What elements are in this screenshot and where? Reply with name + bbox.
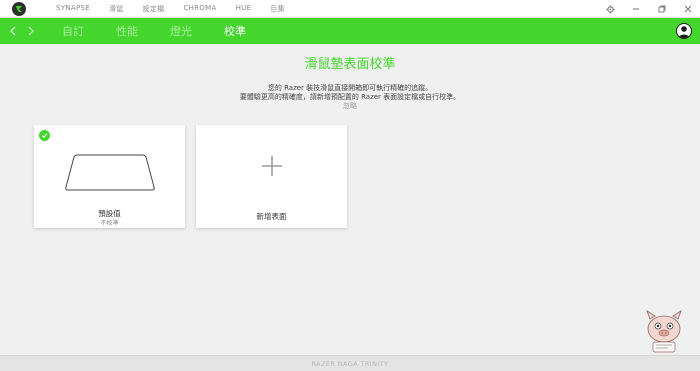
add-surface-card[interactable]: 新增表面 <box>196 125 347 228</box>
tab-bar: 自訂 性能 燈光 校準 <box>0 18 700 44</box>
top-nav: SYNAPSE 滑鼠 設定檔 CHROMA HUE 巨集 <box>56 4 304 14</box>
razer-logo-icon[interactable] <box>8 0 30 18</box>
mousepad-icon <box>65 154 155 191</box>
tabs: 自訂 性能 燈光 校準 <box>62 23 278 39</box>
tab-calibration[interactable]: 校準 <box>224 23 246 39</box>
window-controls <box>590 3 694 15</box>
default-surface-card[interactable]: 預設值 不校準 <box>34 125 185 228</box>
add-surface-label: 新增表面 <box>256 212 287 221</box>
page-title: 滑鼠墊表面校準 <box>304 57 396 72</box>
tab-customize[interactable]: 自訂 <box>62 23 84 39</box>
nav-profiles[interactable]: 設定檔 <box>143 4 165 14</box>
plus-icon <box>262 156 282 176</box>
nav-mouse[interactable]: 滑鼠 <box>109 4 124 14</box>
settings-icon[interactable] <box>604 3 616 15</box>
nav-hue[interactable]: HUE <box>236 4 252 14</box>
check-icon <box>39 130 50 141</box>
minimize-icon[interactable] <box>630 3 642 15</box>
nav-synapse[interactable]: SYNAPSE <box>56 4 90 14</box>
default-surface-sublabel: 不校準 <box>100 220 119 227</box>
tab-lighting[interactable]: 燈光 <box>170 23 192 39</box>
ignore-link[interactable]: 忽略 <box>0 101 700 111</box>
back-arrow-icon[interactable] <box>4 18 22 44</box>
forward-arrow-icon[interactable] <box>22 18 40 44</box>
nav-macros[interactable]: 巨集 <box>270 4 285 14</box>
user-icon[interactable] <box>676 23 692 39</box>
device-footer: RAZER NAGA TRINITY <box>0 355 700 371</box>
mascot-watermark <box>646 310 682 353</box>
tab-performance[interactable]: 性能 <box>116 23 138 39</box>
title-bar: SYNAPSE 滑鼠 設定檔 CHROMA HUE 巨集 <box>0 0 700 18</box>
maximize-icon[interactable] <box>656 3 668 15</box>
close-icon[interactable] <box>682 3 694 15</box>
nav-chroma[interactable]: CHROMA <box>183 4 216 14</box>
